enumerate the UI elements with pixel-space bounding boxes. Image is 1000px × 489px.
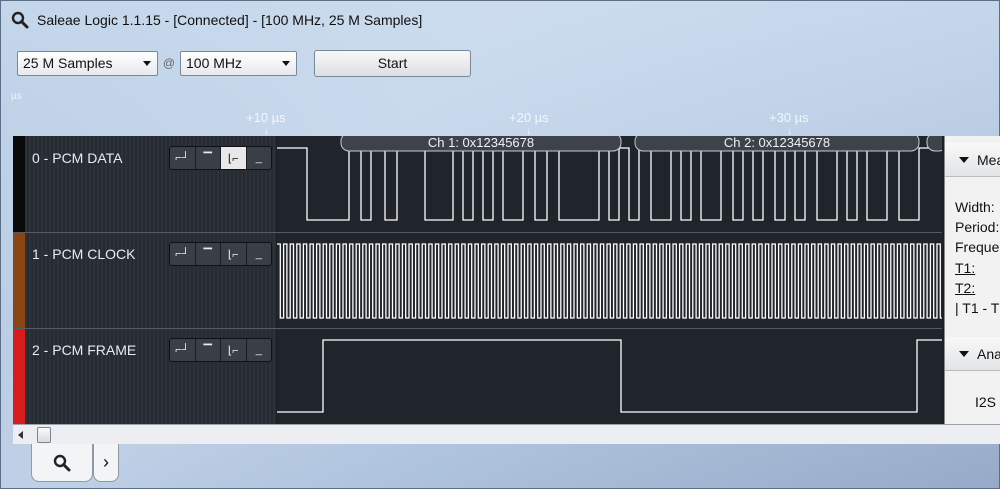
horizontal-scrollbar[interactable] (13, 424, 1000, 444)
high-level-trigger-icon[interactable]: ▔ (196, 147, 221, 169)
channel-name: 1 - PCM CLOCK (32, 246, 136, 262)
low-level-trigger-icon[interactable]: _ (247, 147, 272, 169)
falling-edge-trigger-icon[interactable]: ⌊⌐ (221, 243, 247, 265)
analyzers-title: Ana (977, 345, 1000, 362)
analyzers-header[interactable]: Ana (945, 337, 1000, 371)
channel-row-0[interactable]: 0 - PCM DATA ⌐┘ ▔ ⌊⌐ _ (13, 136, 276, 232)
scroll-left-icon[interactable] (18, 431, 23, 439)
channel-divider (13, 232, 942, 233)
falling-edge-trigger-icon[interactable]: ⌊⌐ (221, 339, 247, 361)
rising-edge-trigger-icon[interactable]: ⌐┘ (170, 339, 196, 361)
channel-name: 2 - PCM FRAME (32, 342, 137, 358)
tab-next[interactable]: › (93, 444, 119, 482)
channel-divider (13, 328, 942, 329)
window-title: Saleae Logic 1.1.15 - [Connected] - [100… (37, 12, 423, 28)
decode-bubble-shape (926, 132, 948, 152)
channel-row-1[interactable]: 1 - PCM CLOCK ⌐┘ ▔ ⌊⌐ _ (13, 232, 276, 328)
clock-waveform (277, 243, 945, 319)
falling-edge-trigger-icon[interactable]: ⌊⌐ (221, 147, 247, 169)
t1-label[interactable]: T1: (955, 260, 975, 276)
ruler-tick-label: +10 µs (246, 110, 286, 125)
channel-color-bar (13, 328, 25, 424)
decode-bubble[interactable]: Ch 1: 0x12345678 (340, 132, 622, 152)
channel-row-2[interactable]: 2 - PCM FRAME ⌐┘ ▔ ⌊⌐ _ (13, 328, 276, 424)
low-level-trigger-icon[interactable]: _ (247, 339, 272, 361)
sample-rate-value: 100 MHz (186, 55, 243, 71)
channel-color-bar (13, 136, 25, 232)
start-button[interactable]: Start (314, 49, 471, 77)
t1-t2-label: | T1 - T (955, 300, 1000, 316)
chevron-down-icon (143, 60, 151, 66)
decode-bubble[interactable]: Ch 2: 0x12345678 (634, 132, 920, 152)
time-ruler[interactable]: +10 µs ↓ +20 µs ↓ +30 µs ↓ (1, 101, 1000, 137)
magnifier-app-icon (11, 11, 29, 29)
ruler-tick-label: +30 µs (769, 110, 809, 125)
ruler-tick-label: +20 µs (509, 110, 549, 125)
period-label: Period: (955, 219, 1000, 235)
trigger-buttons: ⌐┘ ▔ ⌊⌐ _ (169, 338, 272, 362)
trigger-buttons: ⌐┘ ▔ ⌊⌐ _ (169, 146, 272, 170)
decode-bubble-label: Ch 1: 0x12345678 (428, 136, 534, 150)
app-window: Saleae Logic 1.1.15 - [Connected] - [100… (0, 0, 1000, 489)
high-level-trigger-icon[interactable]: ▔ (196, 243, 221, 265)
side-panel: Mea Width: Period: Freque T1: T2: | T1 -… (944, 136, 1000, 424)
channel-color-bar (13, 232, 25, 328)
rising-edge-trigger-icon[interactable]: ⌐┘ (170, 243, 196, 265)
measurements-header[interactable]: Mea (945, 143, 1000, 177)
frequency-label: Freque (955, 239, 1000, 255)
low-level-trigger-icon[interactable]: _ (247, 243, 272, 265)
search-icon (53, 454, 71, 471)
channel-area: 0 - PCM DATA ⌐┘ ▔ ⌊⌐ _ 1 - PCM CLOCK ⌐┘ … (13, 132, 1000, 424)
at-separator: @ (162, 56, 176, 70)
t2-label[interactable]: T2: (955, 280, 975, 296)
waveform-view[interactable]: Ch 1: 0x12345678 Ch 2: 0x12345678 (277, 132, 948, 424)
samples-dropdown[interactable]: 25 M Samples (17, 50, 158, 76)
chevron-down-icon (282, 60, 290, 66)
channel-name: 0 - PCM DATA (32, 150, 123, 166)
chevron-right-icon: › (103, 452, 109, 472)
toolbar: 25 M Samples @ 100 MHz Start (17, 49, 471, 77)
decode-bubble[interactable] (926, 132, 948, 152)
frame-waveform (277, 339, 942, 413)
trigger-buttons: ⌐┘ ▔ ⌊⌐ _ (169, 242, 272, 266)
scroll-thumb[interactable] (37, 427, 51, 443)
title-bar: Saleae Logic 1.1.15 - [Connected] - [100… (1, 1, 1000, 39)
collapse-triangle-icon (959, 156, 969, 163)
decode-bubble-label: Ch 2: 0x12345678 (724, 136, 830, 150)
rising-edge-trigger-icon[interactable]: ⌐┘ (170, 147, 196, 169)
sample-rate-dropdown[interactable]: 100 MHz (180, 50, 297, 76)
high-level-trigger-icon[interactable]: ▔ (196, 339, 221, 361)
analyzer-item[interactable]: I2S , (975, 394, 1000, 410)
width-label: Width: (955, 199, 995, 215)
samples-value: 25 M Samples (23, 55, 113, 71)
measurements-title: Mea (977, 151, 1000, 168)
tab-search[interactable] (31, 444, 93, 482)
collapse-triangle-icon (959, 350, 969, 357)
data-waveform (277, 147, 942, 221)
waveform-canvas: Ch 1: 0x12345678 Ch 2: 0x12345678 (277, 132, 948, 413)
